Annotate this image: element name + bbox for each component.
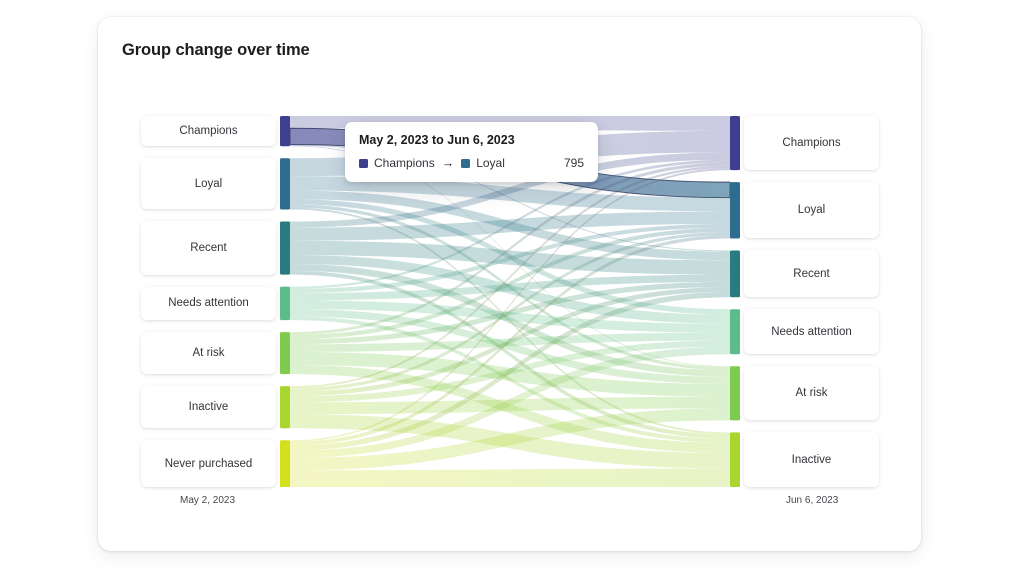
node-label-left-at-risk[interactable]: At risk — [141, 332, 276, 375]
sankey-link[interactable] — [290, 468, 730, 487]
node-label-right-at-risk[interactable]: At risk — [744, 366, 879, 421]
sankey-node-bar[interactable] — [280, 221, 290, 275]
sankey-node-bar[interactable] — [280, 440, 290, 487]
node-label-left-loyal[interactable]: Loyal — [141, 158, 276, 210]
sankey-node-bar[interactable] — [280, 386, 290, 429]
arrow-right-icon: → — [441, 156, 455, 170]
tooltip-value: 795 — [563, 156, 584, 170]
sankey-node-bar[interactable] — [280, 332, 290, 375]
node-label-left-needs-attention[interactable]: Needs attention — [141, 286, 276, 321]
sankey-node-bar[interactable] — [730, 432, 740, 487]
tooltip-target-label: Loyal — [476, 156, 505, 170]
chart-card: Group change over time Champions Loyal Rec… — [98, 17, 921, 551]
sankey-node-bar[interactable] — [730, 250, 740, 298]
sankey-node-bar[interactable] — [730, 116, 740, 171]
node-label-left-recent[interactable]: Recent — [141, 221, 276, 275]
sankey-node-bar[interactable] — [280, 116, 290, 147]
tooltip-source-color-swatch-icon — [359, 158, 368, 168]
node-label-right-needs-attention[interactable]: Needs attention — [744, 309, 879, 355]
sankey-node-bar[interactable] — [730, 366, 740, 421]
link-tooltip: May 2, 2023 to Jun 6, 2023 Champions → L… — [345, 122, 598, 182]
node-label-right-recent[interactable]: Recent — [744, 250, 879, 298]
tooltip-title: May 2, 2023 to Jun 6, 2023 — [359, 133, 515, 147]
node-label-left-inactive[interactable]: Inactive — [141, 386, 276, 429]
node-label-left-never-purchased[interactable]: Never purchased — [141, 440, 276, 487]
sankey-node-bar[interactable] — [730, 182, 740, 239]
axis-label-start: May 2, 2023 — [180, 495, 236, 506]
sankey-node-bar[interactable] — [280, 158, 290, 210]
sankey-node-bar[interactable] — [280, 286, 290, 321]
node-label-right-champions[interactable]: Champions — [744, 116, 879, 171]
node-label-right-inactive[interactable]: Inactive — [744, 432, 879, 487]
tooltip-source-label: Champions — [374, 156, 435, 170]
axis-label-end: Jun 6, 2023 — [786, 495, 839, 506]
node-label-right-loyal[interactable]: Loyal — [744, 182, 879, 239]
tooltip-link-row: Champions → Loyal 795 — [359, 156, 584, 170]
node-label-left-champions[interactable]: Champions — [141, 116, 276, 147]
sankey-node-bar[interactable] — [730, 309, 740, 355]
tooltip-target-color-swatch-icon — [461, 158, 471, 168]
